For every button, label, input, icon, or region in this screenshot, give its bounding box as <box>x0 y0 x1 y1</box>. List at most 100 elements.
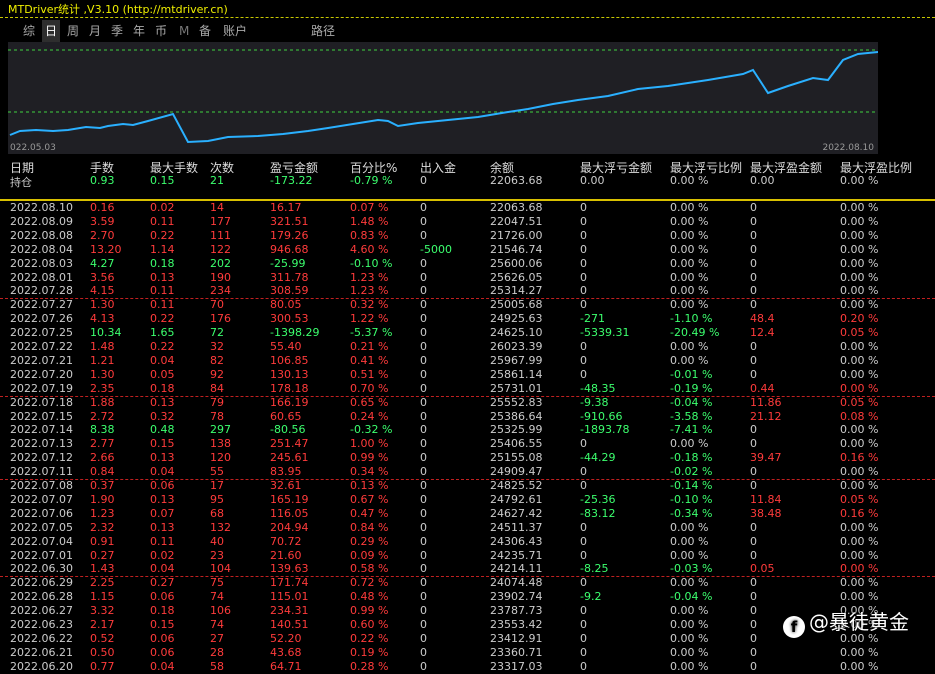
cell-date: 2022.07.11 <box>10 465 73 479</box>
table-row[interactable]: 2022.07.04 0.91 0.11 40 70.72 0.29 % 0 24306.43… <box>0 535 935 549</box>
table-row[interactable]: 2022.07.27 1.30 0.11 70 80.05 0.32 % 0 25005.68… <box>0 298 935 312</box>
tab-8[interactable]: 备 <box>196 20 214 42</box>
cell-count: 84 <box>210 381 224 395</box>
tab-5[interactable]: 年 <box>130 20 148 42</box>
cell-pct: 0.29 % <box>350 534 389 548</box>
tab-2[interactable]: 周 <box>64 20 82 42</box>
table-row[interactable]: 2022.07.12 2.66 0.13 120 245.61 0.99 % 0 25155.… <box>0 451 935 465</box>
table-row[interactable]: 2022.07.18 1.88 0.13 79 166.19 0.65 % 0 25552.8… <box>0 396 935 410</box>
table-row[interactable]: 2022.07.25 10.34 1.65 72 -1398.29 -5.37 % 0 246… <box>0 326 935 340</box>
table-row[interactable]: 2022.06.30 1.43 0.04 104 139.63 0.58 % 0 24214.… <box>0 562 935 576</box>
cell-lots: 1.30 <box>90 298 115 312</box>
table-row[interactable]: 2022.08.09 3.59 0.11 177 321.51 1.48 % 0 22047.… <box>0 215 935 229</box>
table-row[interactable]: 2022.07.14 8.38 0.48 297 -80.56 -0.32 % 0 25325… <box>0 423 935 437</box>
cell-balance: 25967.99 <box>490 353 543 367</box>
table-row[interactable]: 2022.07.20 1.30 0.05 92 130.13 0.51 % 0 25861.1… <box>0 368 935 382</box>
table-row[interactable]: 2022.08.01 3.56 0.13 190 311.78 1.23 % 0 25626.… <box>0 271 935 285</box>
cell-flow: 0 <box>420 618 427 631</box>
column-header-1[interactable]: 手数 <box>90 159 114 175</box>
table-row[interactable]: 2022.06.28 1.15 0.06 74 115.01 0.48 % 0 23902.7… <box>0 590 935 604</box>
table-row[interactable]: 2022.07.26 4.13 0.22 176 300.53 1.22 % 0 24925.… <box>0 312 935 326</box>
column-header-5[interactable]: 百分比% <box>350 159 397 175</box>
tab-9[interactable]: 账户 <box>220 20 250 42</box>
cell-pct: 0.83 % <box>350 228 389 242</box>
holding-maxgainpct: 0.00 % <box>840 174 879 187</box>
cell-flow: 0 <box>420 645 427 659</box>
table-row[interactable]: 2022.07.11 0.84 0.04 55 83.95 0.34 % 0 24909.47… <box>0 465 935 479</box>
cell-maxgainpct: 0.00 % <box>840 298 879 312</box>
table-row[interactable]: 2022.08.03 4.27 0.18 202 -25.99 -0.10 % 0 25600… <box>0 257 935 271</box>
cell-lots: 1.88 <box>90 395 115 409</box>
table-row[interactable]: 2022.07.22 1.48 0.22 32 55.40 0.21 % 0 26023.39… <box>0 340 935 354</box>
cell-maxgain: 0 <box>750 256 757 270</box>
table-row[interactable]: 2022.07.05 2.32 0.13 132 204.94 0.84 % 0 24511.… <box>0 521 935 535</box>
tab-6[interactable]: 币 <box>152 20 170 42</box>
cell-pnl: 234.31 <box>270 604 309 618</box>
column-header-9[interactable]: 最大浮亏比例 <box>670 159 742 175</box>
cell-count: 202 <box>210 256 231 270</box>
cell-maxlosspct: 0.00 % <box>670 284 709 298</box>
cell-balance: 24825.52 <box>490 479 543 492</box>
column-header-0[interactable]: 日期 <box>10 159 34 175</box>
cell-balance: 25406.55 <box>490 437 543 451</box>
column-header-7[interactable]: 余额 <box>490 159 514 175</box>
cell-balance: 21726.00 <box>490 228 543 242</box>
cell-maxlosspct: 0.00 % <box>670 534 709 548</box>
cell-count: 58 <box>210 659 224 673</box>
table-row[interactable]: 2022.07.06 1.23 0.07 68 116.05 0.47 % 0 24627.4… <box>0 507 935 521</box>
table-row[interactable]: 2022.07.01 0.27 0.02 23 21.60 0.09 % 0 24235.71… <box>0 549 935 563</box>
cell-maxloss: 0 <box>580 604 587 618</box>
column-header-10[interactable]: 最大浮盈金额 <box>750 159 822 175</box>
tab-3[interactable]: 月 <box>86 20 104 42</box>
cell-maxgain: 0.05 <box>750 562 775 576</box>
table-row[interactable]: 2022.08.04 13.20 1.14 122 946.68 4.60 % -5000 2… <box>0 243 935 257</box>
cell-maxlosspct: 0.00 % <box>670 631 709 645</box>
table-row[interactable]: 2022.07.28 4.15 0.11 234 308.59 1.23 % 0 25314.… <box>0 284 935 298</box>
tab-7[interactable]: M <box>176 20 192 42</box>
cell-balance: 25731.01 <box>490 381 543 395</box>
f-logo-icon: f <box>783 616 805 638</box>
cell-maxgainpct: 0.00 % <box>840 284 879 298</box>
column-header-3[interactable]: 次数 <box>210 159 234 175</box>
table-row[interactable]: 2022.07.21 1.21 0.04 82 106.85 0.41 % 0 25967.9… <box>0 354 935 368</box>
equity-line <box>9 51 879 144</box>
cell-maxgain: 12.4 <box>750 326 775 340</box>
cell-maxloss: 0 <box>580 479 587 492</box>
table-row[interactable]: 2022.07.15 2.72 0.32 78 60.65 0.24 % 0 25386.64… <box>0 410 935 424</box>
cell-date: 2022.07.08 <box>10 479 73 492</box>
cell-maxloss: -910.66 <box>580 409 623 423</box>
table-row[interactable]: 2022.08.08 2.70 0.22 111 179.26 0.83 % 0 21726.… <box>0 229 935 243</box>
table-row[interactable]: 2022.07.08 0.37 0.06 17 32.61 0.13 % 0 24825.52… <box>0 479 935 493</box>
column-header-8[interactable]: 最大浮亏金额 <box>580 159 652 175</box>
table-row[interactable]: 2022.06.29 2.25 0.27 75 171.74 0.72 % 0 24074.4… <box>0 576 935 590</box>
cell-pnl: 204.94 <box>270 520 309 534</box>
cell-pnl: 245.61 <box>270 451 309 465</box>
cell-date: 2022.07.26 <box>10 312 73 326</box>
tab-0[interactable]: 综 <box>20 20 38 42</box>
table-row[interactable]: 2022.07.19 2.35 0.18 84 178.18 0.70 % 0 25731.0… <box>0 382 935 396</box>
table-row[interactable]: 2022.06.21 0.50 0.06 28 43.68 0.19 % 0 23360.71… <box>0 646 935 660</box>
cell-pct: 0.19 % <box>350 645 389 659</box>
cell-date: 2022.07.15 <box>10 409 73 423</box>
table-row[interactable]: 2022.06.20 0.77 0.04 58 64.71 0.28 % 0 23317.03… <box>0 660 935 674</box>
cell-lots: 10.34 <box>90 326 122 340</box>
column-header-6[interactable]: 出入金 <box>420 159 456 175</box>
tab-4[interactable]: 季 <box>108 20 126 42</box>
table-row[interactable]: 2022.08.10 0.16 0.02 14 16.17 0.07 % 0 22063.68… <box>0 201 935 215</box>
table-row[interactable]: 2022.07.07 1.90 0.13 95 165.19 0.67 % 0 24792.6… <box>0 493 935 507</box>
column-header-11[interactable]: 最大浮盈比例 <box>840 159 912 175</box>
table-row[interactable]: 2022.07.13 2.77 0.15 138 251.47 1.00 % 0 25406.… <box>0 437 935 451</box>
cell-count: 176 <box>210 312 231 326</box>
cell-count: 234 <box>210 284 231 298</box>
cell-pnl: 70.72 <box>270 534 302 548</box>
cell-maxloss: 0 <box>580 214 587 228</box>
cell-lots: 8.38 <box>90 423 115 437</box>
cell-balance: 24235.71 <box>490 548 543 562</box>
cell-pnl: 52.20 <box>270 631 302 645</box>
tab-10[interactable]: 路径 <box>308 20 338 42</box>
cell-pnl: 115.01 <box>270 590 309 604</box>
cell-maxloss: 0 <box>580 256 587 270</box>
column-header-2[interactable]: 最大手数 <box>150 159 198 175</box>
column-header-4[interactable]: 盈亏金额 <box>270 159 318 175</box>
tab-1[interactable]: 日 <box>42 20 61 42</box>
